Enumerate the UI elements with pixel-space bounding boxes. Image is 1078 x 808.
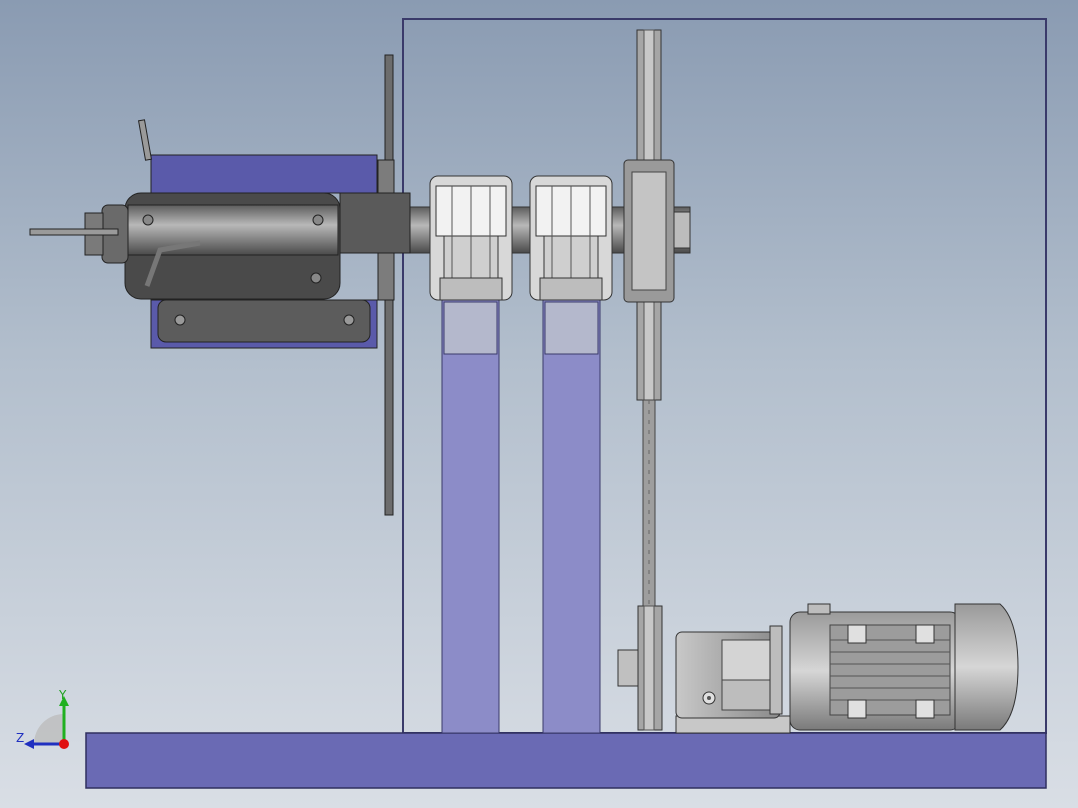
assembly-model[interactable] (0, 0, 1078, 808)
feed-head-unit (29, 119, 411, 349)
y-axis-label: Y (59, 688, 67, 702)
small-sprocket (617, 605, 663, 731)
bearing-block-left (429, 175, 513, 301)
large-sprocket (623, 29, 675, 401)
support-right-cap (544, 301, 599, 355)
bearing-block-right (529, 175, 613, 301)
axis-triad (10, 686, 80, 756)
z-axis-label: Z (16, 731, 25, 745)
shaft-end (673, 211, 691, 249)
x-axis-dot (59, 739, 69, 749)
support-left-cap (443, 301, 498, 355)
electric-motor (789, 603, 1019, 731)
support-left (441, 299, 500, 734)
cad-viewport[interactable]: Y Z (0, 0, 1078, 808)
support-right (542, 299, 601, 734)
gearbox (675, 625, 791, 734)
base-plate (85, 732, 1047, 789)
